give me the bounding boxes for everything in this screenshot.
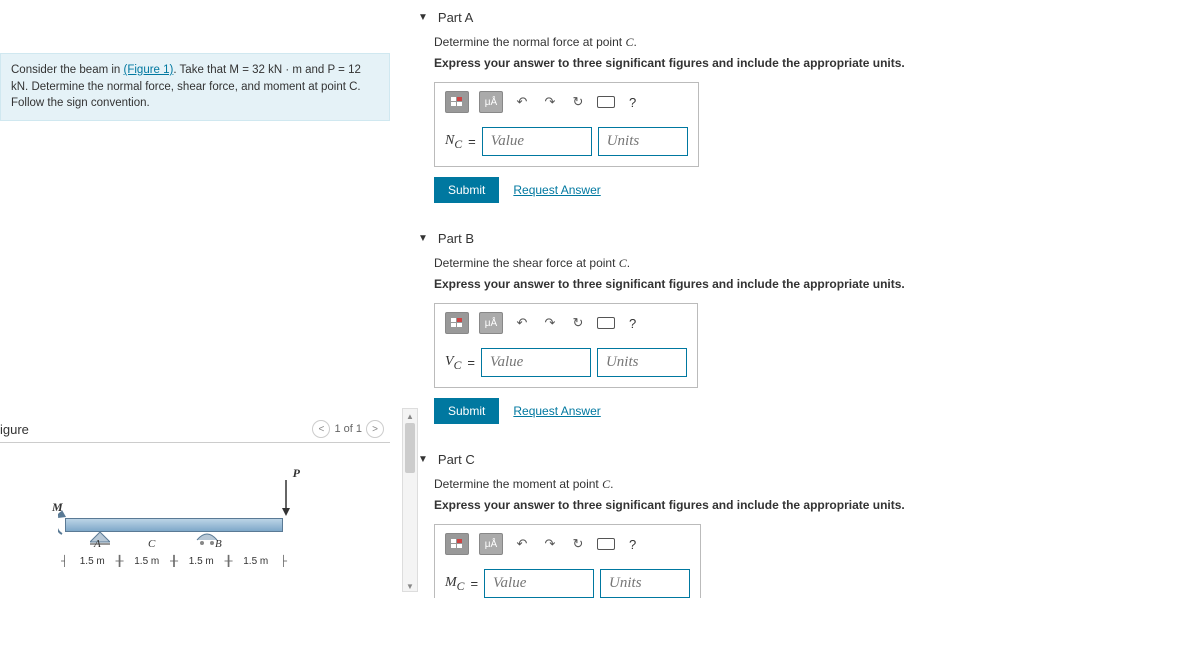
request-answer-link[interactable]: Request Answer	[513, 404, 600, 418]
figure-prev-button[interactable]: <	[312, 420, 330, 438]
keyboard-icon[interactable]	[597, 314, 615, 332]
question-text: Determine the moment at point C.	[434, 477, 1200, 492]
scroll-down-icon[interactable]: ▼	[403, 579, 417, 593]
caret-down-icon: ▼	[418, 12, 428, 23]
part-title: Part A	[438, 10, 473, 25]
scroll-up-icon[interactable]: ▲	[403, 409, 417, 423]
value-input[interactable]	[482, 127, 592, 156]
submit-button[interactable]: Submit	[434, 398, 499, 424]
symbols-button[interactable]: μÅ	[479, 533, 503, 555]
reset-icon[interactable]: ↻	[569, 535, 587, 553]
figure-diagram: P M A C B 1.5 m 1.5 m 1.5 m 1.5 m	[60, 478, 310, 658]
figure-panel-header: igure < 1 of 1 >	[0, 416, 390, 443]
part-header[interactable]: ▼ Part C	[418, 442, 1200, 475]
template-button[interactable]	[445, 533, 469, 555]
undo-icon[interactable]: ↶	[513, 93, 531, 111]
redo-icon[interactable]: ↷	[541, 535, 559, 553]
template-button[interactable]	[445, 312, 469, 334]
units-input[interactable]	[597, 348, 687, 377]
redo-icon[interactable]: ↷	[541, 314, 559, 332]
undo-icon[interactable]: ↶	[513, 314, 531, 332]
dim-2: 1.5 m	[120, 556, 175, 570]
request-answer-link[interactable]: Request Answer	[513, 183, 600, 197]
equals-sign: =	[470, 576, 478, 591]
answer-box: μÅ ↶ ↷ ↻ ? NC =	[434, 82, 699, 167]
instruction-text: Express your answer to three significant…	[434, 277, 1200, 291]
instruction-text: Express your answer to three significant…	[434, 56, 1200, 70]
answer-toolbar: μÅ ↶ ↷ ↻ ?	[435, 304, 697, 342]
reset-icon[interactable]: ↻	[569, 93, 587, 111]
value-input[interactable]	[481, 348, 591, 377]
problem-statement: Consider the beam in (Figure 1). Take th…	[0, 53, 390, 121]
question-text: Determine the normal force at point C.	[434, 35, 1200, 50]
load-p-label: P	[293, 466, 300, 481]
variable-label: VC	[445, 354, 461, 372]
dim-1: 1.5 m	[65, 556, 120, 570]
point-a-label: A	[94, 538, 101, 550]
help-icon[interactable]: ?	[625, 316, 640, 331]
problem-prefix: Consider the beam in	[11, 64, 124, 76]
figure-counter: 1 of 1	[334, 423, 362, 435]
help-icon[interactable]: ?	[625, 537, 640, 552]
symbols-button[interactable]: μÅ	[479, 91, 503, 113]
figure-nav: < 1 of 1 >	[312, 420, 390, 438]
variable-label: MC	[445, 575, 464, 593]
symbols-button[interactable]: μÅ	[479, 312, 503, 334]
question-text: Determine the shear force at point C.	[434, 256, 1200, 271]
equals-sign: =	[468, 134, 476, 149]
figure-link[interactable]: (Figure 1)	[124, 64, 174, 76]
caret-down-icon: ▼	[418, 233, 428, 244]
caret-down-icon: ▼	[418, 454, 428, 465]
units-input[interactable]	[600, 569, 690, 598]
part-header[interactable]: ▼ Part B	[418, 221, 1200, 254]
answer-box: μÅ ↶ ↷ ↻ ? MC =	[434, 524, 701, 598]
beam-body	[65, 518, 283, 532]
figure-scrollbar[interactable]: ▲ ▼	[402, 408, 418, 592]
dim-4: 1.5 m	[229, 556, 284, 570]
part-header[interactable]: ▼ Part A	[418, 0, 1200, 33]
keyboard-icon[interactable]	[597, 535, 615, 553]
dim-3: 1.5 m	[174, 556, 229, 570]
figure-title: igure	[0, 422, 29, 437]
point-c-label: C	[148, 538, 155, 550]
point-b-label: B	[215, 538, 222, 550]
load-p-arrow-icon	[280, 478, 292, 518]
submit-button[interactable]: Submit	[434, 177, 499, 203]
keyboard-icon[interactable]	[597, 93, 615, 111]
part-title: Part C	[438, 452, 475, 467]
redo-icon[interactable]: ↷	[541, 93, 559, 111]
part-title: Part B	[438, 231, 474, 246]
template-button[interactable]	[445, 91, 469, 113]
answer-box: μÅ ↶ ↷ ↻ ? VC =	[434, 303, 698, 388]
equals-sign: =	[467, 355, 475, 370]
scroll-thumb[interactable]	[405, 423, 415, 473]
reset-icon[interactable]: ↻	[569, 314, 587, 332]
answer-toolbar: μÅ ↶ ↷ ↻ ?	[435, 525, 700, 563]
undo-icon[interactable]: ↶	[513, 535, 531, 553]
units-input[interactable]	[598, 127, 688, 156]
figure-next-button[interactable]: >	[366, 420, 384, 438]
variable-label: NC	[445, 133, 462, 151]
instruction-text: Express your answer to three significant…	[434, 498, 1200, 512]
help-icon[interactable]: ?	[625, 95, 640, 110]
value-input[interactable]	[484, 569, 594, 598]
dimension-line: 1.5 m 1.5 m 1.5 m 1.5 m	[65, 556, 283, 570]
answer-toolbar: μÅ ↶ ↷ ↻ ?	[435, 83, 698, 121]
